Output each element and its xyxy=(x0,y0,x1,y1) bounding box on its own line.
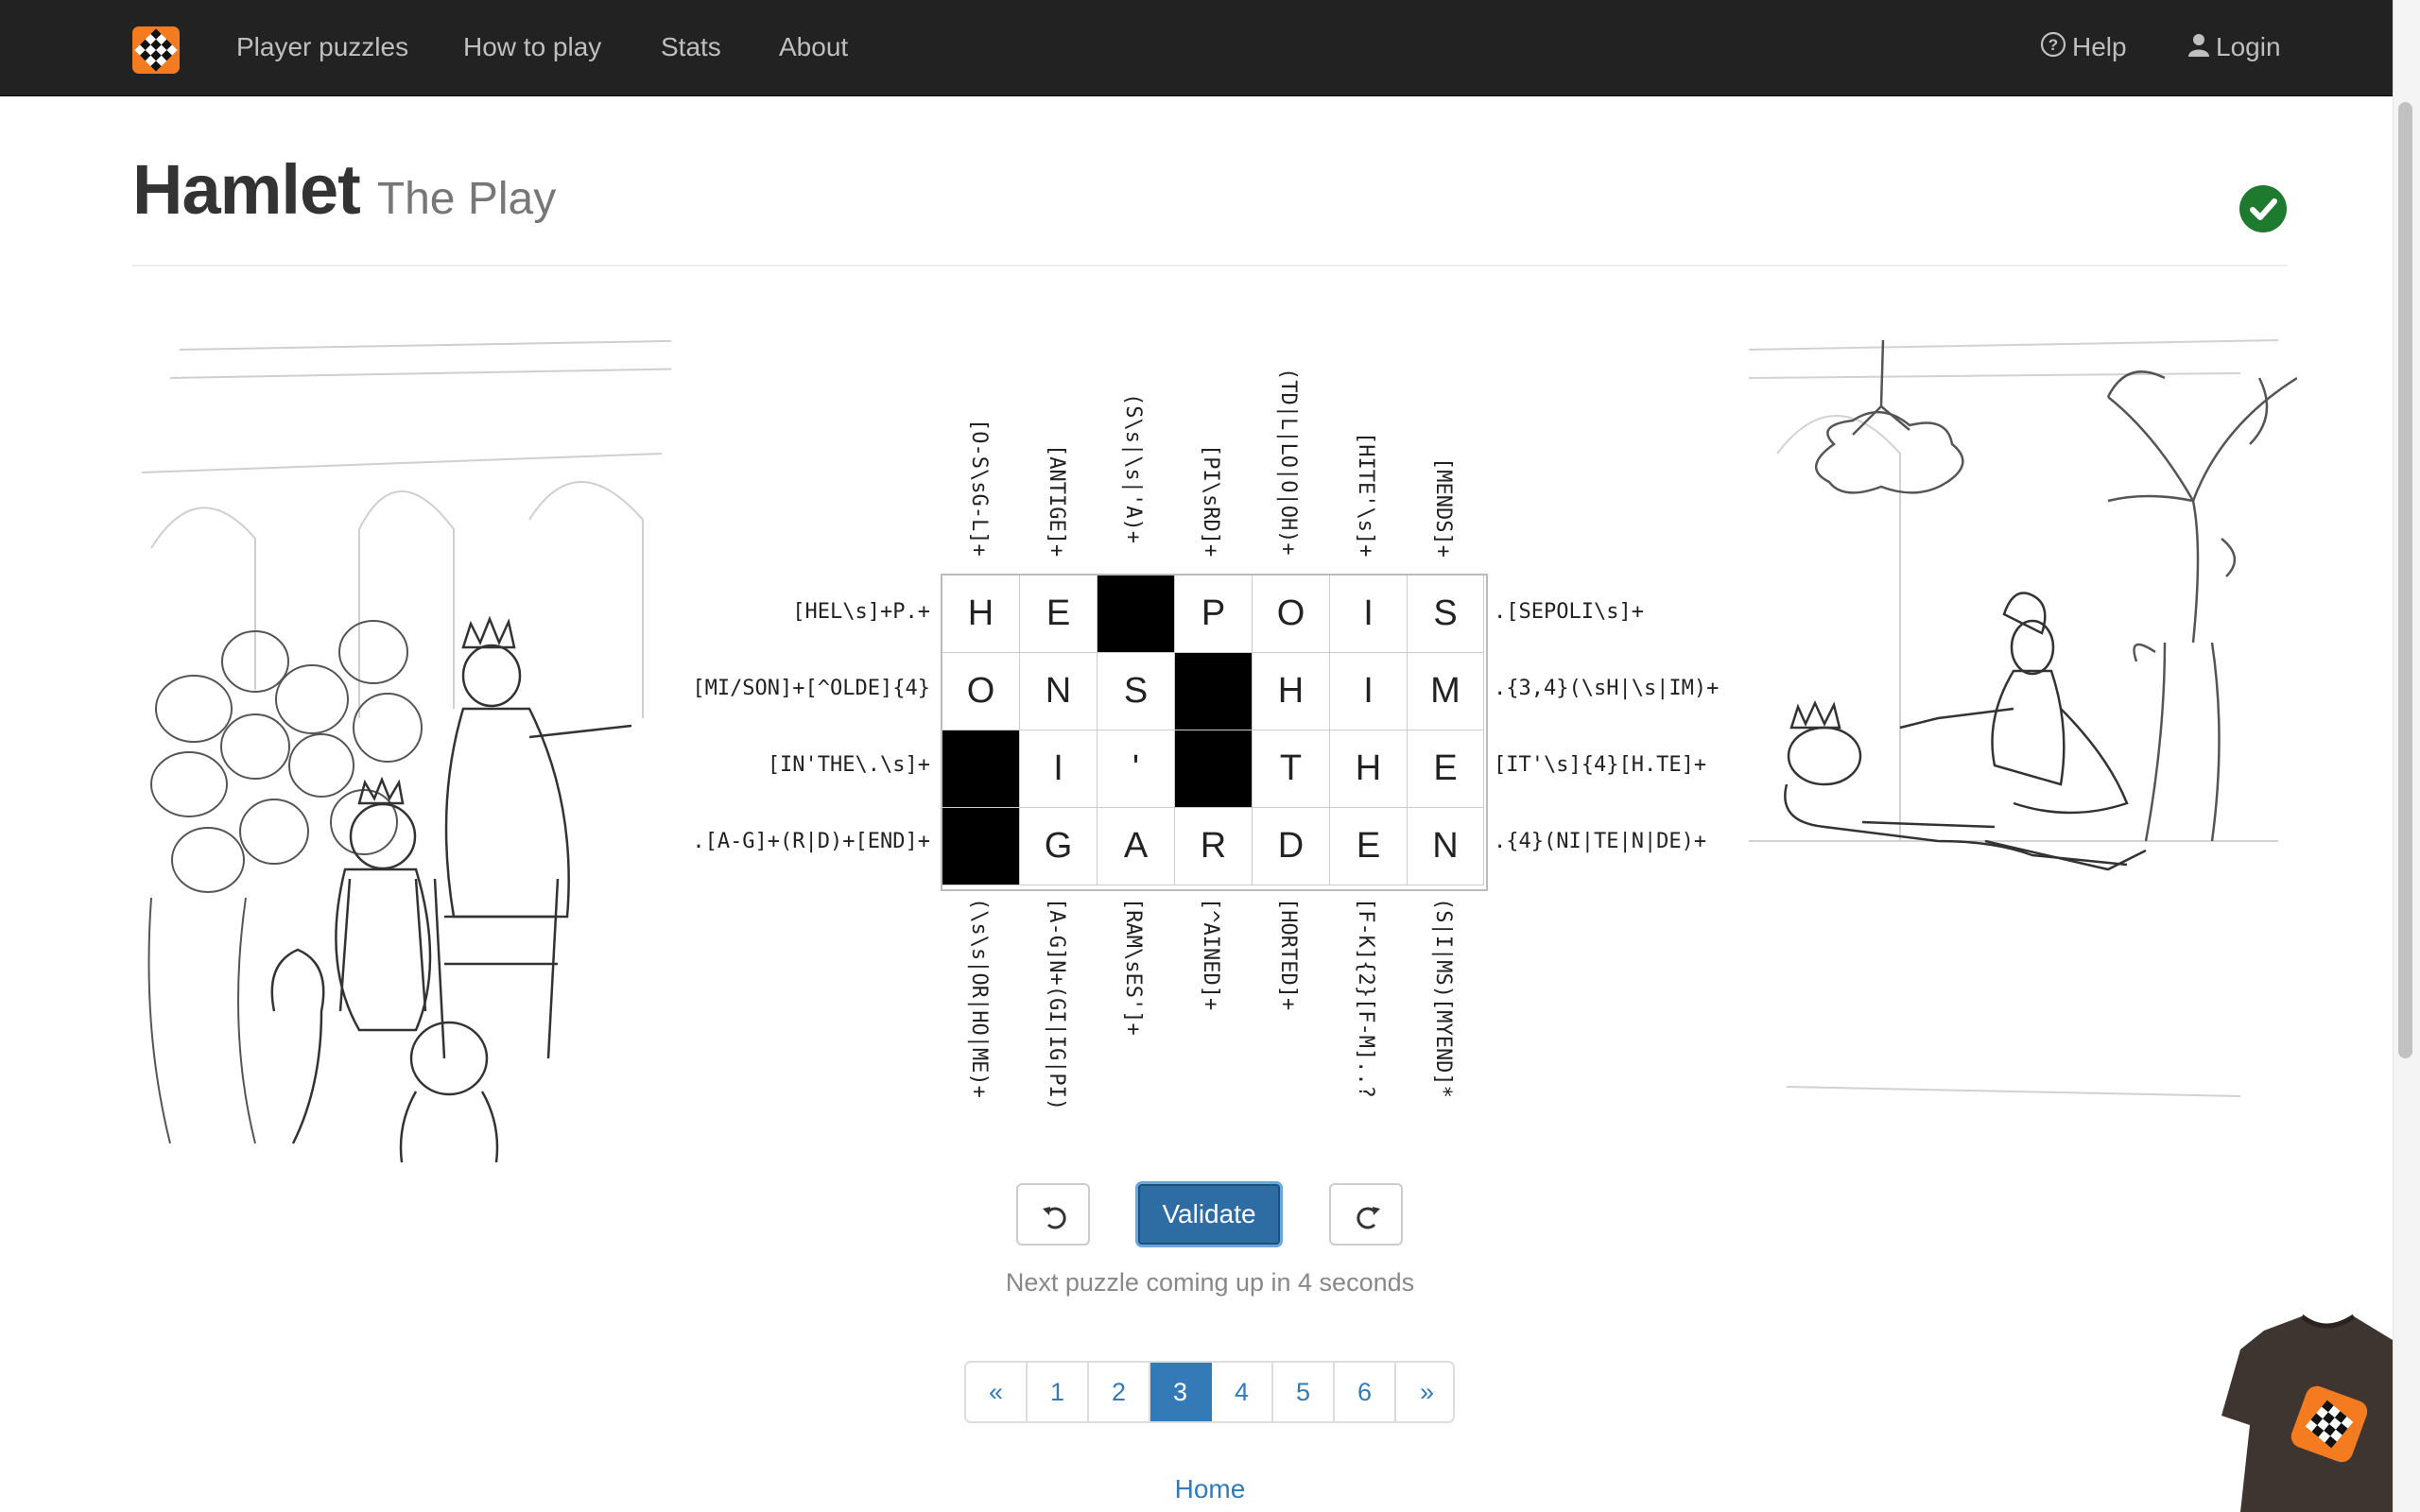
grid-cell[interactable]: E xyxy=(1020,576,1098,653)
grid-cell-blocked xyxy=(1175,653,1253,730)
nav-how-to-play[interactable]: How to play xyxy=(463,28,601,66)
left-clue-2: [MI/SON]+[^OLDE]{4} xyxy=(692,677,930,700)
grid-cell[interactable]: E xyxy=(1330,808,1408,885)
right-clue-3: [IT'\s]{4}[H.TE]+ xyxy=(1494,753,1707,777)
page-title: Hamlet The Play xyxy=(132,149,556,230)
validate-button[interactable]: Validate xyxy=(1135,1181,1283,1247)
bottom-clue-1: (\s\s|OR|HO|ME)+ xyxy=(967,898,991,1098)
bottom-clue-2: [A-G]N+(GI|IG|PI) xyxy=(1045,898,1068,1111)
page-2[interactable]: 2 xyxy=(1089,1363,1150,1421)
grid-cell[interactable]: I xyxy=(1020,730,1098,808)
nav-login[interactable]: Login xyxy=(2187,28,2281,68)
nav-player-puzzles[interactable]: Player puzzles xyxy=(236,28,408,66)
right-clue-4: .{4}(NI|TE|N|DE)+ xyxy=(1494,830,1707,853)
solved-check-icon xyxy=(2239,185,2287,232)
puzzle-title: Hamlet xyxy=(132,150,361,229)
top-clue-7: [MENDS]+ xyxy=(1431,457,1455,558)
grid-cell-blocked xyxy=(1098,576,1175,653)
top-clue-5: (TD|L|LO|O|OH)+ xyxy=(1276,368,1300,556)
page-4[interactable]: 4 xyxy=(1212,1363,1273,1421)
nav-stats[interactable]: Stats xyxy=(661,28,721,66)
grid-cell-blocked xyxy=(942,808,1020,885)
tshirt-promo-icon[interactable] xyxy=(2221,1312,2393,1512)
grid-cell-blocked xyxy=(942,730,1020,808)
garden-scene-illustration xyxy=(1749,339,2297,1097)
grid-cell[interactable]: O xyxy=(1253,576,1330,653)
top-clue-2: [ANTIGE]+ xyxy=(1045,444,1068,558)
home-link[interactable]: Home xyxy=(0,1474,2420,1504)
grid-cell[interactable]: S xyxy=(1408,576,1484,653)
page-5[interactable]: 5 xyxy=(1273,1363,1335,1421)
grid-cell[interactable]: I xyxy=(1330,576,1408,653)
right-clue-2: .{3,4}(\sH|\s|IM)+ xyxy=(1494,677,1720,700)
help-icon: ? xyxy=(2040,30,2066,68)
grid-cell[interactable]: H xyxy=(942,576,1020,653)
top-clue-4: [PI\sRD]+ xyxy=(1199,444,1222,558)
login-label: Login xyxy=(2216,32,2281,61)
redo-button[interactable] xyxy=(1329,1183,1403,1246)
grid-cell[interactable]: N xyxy=(1408,808,1484,885)
top-navbar: Player puzzles How to play Stats About ?… xyxy=(0,0,2393,96)
header-divider xyxy=(132,265,2288,266)
undo-button[interactable] xyxy=(1016,1183,1090,1246)
grid-cell[interactable]: A xyxy=(1098,808,1175,885)
pagination-next[interactable]: » xyxy=(1396,1363,1453,1421)
user-icon xyxy=(2187,30,2210,68)
help-label: Help xyxy=(2072,32,2127,61)
grid-cell[interactable]: M xyxy=(1408,653,1484,730)
left-clue-4: .[A-G]+(R|D)+[END]+ xyxy=(692,830,930,853)
pagination: « 1 2 3 4 5 6 » xyxy=(964,1361,1455,1423)
left-clue-3: [IN'THE\.\s]+ xyxy=(767,753,930,777)
grid-cell[interactable]: S xyxy=(1098,653,1175,730)
puzzle-subtitle: The Play xyxy=(376,174,557,224)
top-clue-6: [HITE'\s]+ xyxy=(1354,432,1377,558)
top-clue-1: [O-S\sG-L]+ xyxy=(967,419,991,557)
grid-cell[interactable]: O xyxy=(942,653,1020,730)
grid-cell[interactable]: N xyxy=(1020,653,1098,730)
pagination-prev[interactable]: « xyxy=(966,1363,1028,1421)
top-clue-3: (S\s|\s|'A)+ xyxy=(1121,393,1145,543)
bottom-clue-7: (S|I|MS)[MYEND]* xyxy=(1431,898,1455,1098)
svg-text:?: ? xyxy=(2048,36,2058,54)
bottom-clue-5: [HORTED]+ xyxy=(1276,898,1300,1011)
nav-help[interactable]: ? Help xyxy=(2040,28,2127,68)
grid-cell[interactable]: G xyxy=(1020,808,1098,885)
right-clue-1: .[SEPOLI\s]+ xyxy=(1494,600,1644,624)
grid-cell[interactable]: T xyxy=(1253,730,1330,808)
grid-cell[interactable]: D xyxy=(1253,808,1330,885)
bottom-clue-3: [RAM\sES']+ xyxy=(1121,898,1145,1036)
page-1[interactable]: 1 xyxy=(1028,1363,1089,1421)
site-logo[interactable] xyxy=(132,26,180,74)
grid-cell-blocked xyxy=(1175,730,1253,808)
bottom-clue-6: [F-K]{2}[F-M]..? xyxy=(1354,898,1377,1098)
scrollbar-thumb[interactable] xyxy=(2398,102,2412,1058)
bottom-clue-4: [^AINED]+ xyxy=(1199,898,1222,1011)
logo-icon xyxy=(134,28,178,72)
puzzle-grid: H E P O I S O N S H I M I ' T H E G A R D E N xyxy=(941,574,1488,891)
undo-icon xyxy=(1043,1207,1066,1229)
page-3-active[interactable]: 3 xyxy=(1150,1363,1212,1421)
grid-cell[interactable]: R xyxy=(1175,808,1253,885)
left-clue-1: [HEL\s]+P.+ xyxy=(792,600,930,624)
grid-cell[interactable]: P xyxy=(1175,576,1253,653)
grid-cell[interactable]: H xyxy=(1330,730,1408,808)
grid-cell[interactable]: E xyxy=(1408,730,1484,808)
nav-about[interactable]: About xyxy=(779,28,848,66)
grid-cell[interactable]: H xyxy=(1253,653,1330,730)
page-6[interactable]: 6 xyxy=(1335,1363,1396,1421)
grid-cell[interactable]: ' xyxy=(1098,730,1175,808)
next-puzzle-status: Next puzzle coming up in 4 seconds xyxy=(1005,1268,1415,1297)
redo-icon xyxy=(1357,1207,1380,1229)
grid-cell[interactable]: I xyxy=(1330,653,1408,730)
court-scene-illustration xyxy=(141,339,671,1162)
